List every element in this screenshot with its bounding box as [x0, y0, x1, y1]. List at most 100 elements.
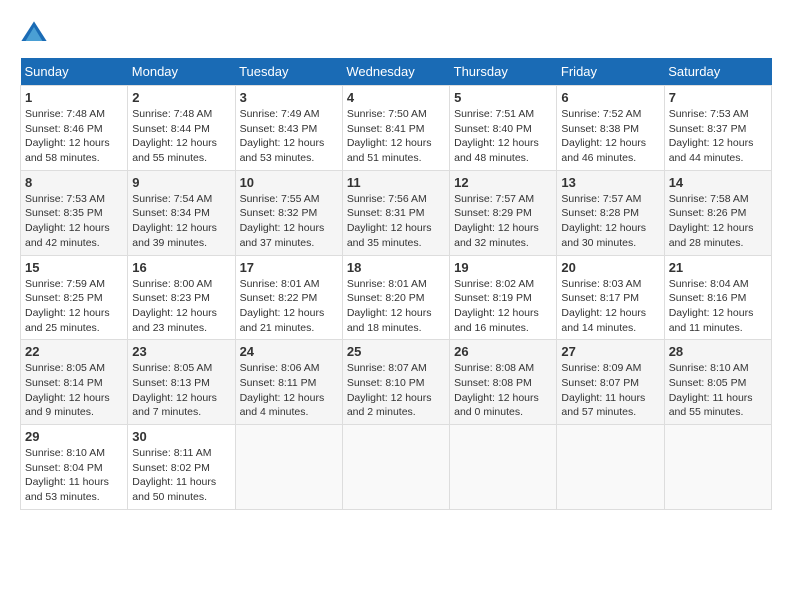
day-info: Sunrise: 8:07 AM Sunset: 8:10 PM Dayligh…	[347, 361, 445, 420]
day-number: 25	[347, 344, 445, 359]
day-number: 13	[561, 175, 659, 190]
day-number: 1	[25, 90, 123, 105]
calendar-cell	[235, 425, 342, 510]
calendar-cell: 14 Sunrise: 7:58 AM Sunset: 8:26 PM Dayl…	[664, 170, 771, 255]
day-number: 16	[132, 260, 230, 275]
day-of-week-header: Monday	[128, 58, 235, 86]
calendar-cell: 4 Sunrise: 7:50 AM Sunset: 8:41 PM Dayli…	[342, 86, 449, 171]
day-info: Sunrise: 8:04 AM Sunset: 8:16 PM Dayligh…	[669, 277, 767, 336]
day-of-week-header: Thursday	[450, 58, 557, 86]
calendar-week-row: 22 Sunrise: 8:05 AM Sunset: 8:14 PM Dayl…	[21, 340, 772, 425]
calendar-cell: 20 Sunrise: 8:03 AM Sunset: 8:17 PM Dayl…	[557, 255, 664, 340]
day-of-week-header: Wednesday	[342, 58, 449, 86]
calendar-cell: 3 Sunrise: 7:49 AM Sunset: 8:43 PM Dayli…	[235, 86, 342, 171]
day-info: Sunrise: 7:50 AM Sunset: 8:41 PM Dayligh…	[347, 107, 445, 166]
calendar-cell: 27 Sunrise: 8:09 AM Sunset: 8:07 PM Dayl…	[557, 340, 664, 425]
day-info: Sunrise: 8:11 AM Sunset: 8:02 PM Dayligh…	[132, 446, 230, 505]
page-header	[20, 20, 772, 48]
day-info: Sunrise: 8:09 AM Sunset: 8:07 PM Dayligh…	[561, 361, 659, 420]
calendar-cell: 6 Sunrise: 7:52 AM Sunset: 8:38 PM Dayli…	[557, 86, 664, 171]
calendar-cell: 18 Sunrise: 8:01 AM Sunset: 8:20 PM Dayl…	[342, 255, 449, 340]
calendar-cell: 16 Sunrise: 8:00 AM Sunset: 8:23 PM Dayl…	[128, 255, 235, 340]
calendar-cell: 22 Sunrise: 8:05 AM Sunset: 8:14 PM Dayl…	[21, 340, 128, 425]
calendar-cell: 26 Sunrise: 8:08 AM Sunset: 8:08 PM Dayl…	[450, 340, 557, 425]
day-info: Sunrise: 8:10 AM Sunset: 8:04 PM Dayligh…	[25, 446, 123, 505]
day-number: 7	[669, 90, 767, 105]
calendar-week-row: 1 Sunrise: 7:48 AM Sunset: 8:46 PM Dayli…	[21, 86, 772, 171]
day-number: 24	[240, 344, 338, 359]
logo	[20, 20, 52, 48]
calendar-cell: 25 Sunrise: 8:07 AM Sunset: 8:10 PM Dayl…	[342, 340, 449, 425]
day-of-week-header: Sunday	[21, 58, 128, 86]
day-number: 15	[25, 260, 123, 275]
calendar-cell: 11 Sunrise: 7:56 AM Sunset: 8:31 PM Dayl…	[342, 170, 449, 255]
calendar-cell: 7 Sunrise: 7:53 AM Sunset: 8:37 PM Dayli…	[664, 86, 771, 171]
day-number: 17	[240, 260, 338, 275]
day-info: Sunrise: 7:55 AM Sunset: 8:32 PM Dayligh…	[240, 192, 338, 251]
calendar-week-row: 29 Sunrise: 8:10 AM Sunset: 8:04 PM Dayl…	[21, 425, 772, 510]
day-number: 3	[240, 90, 338, 105]
day-number: 4	[347, 90, 445, 105]
day-number: 30	[132, 429, 230, 444]
day-number: 12	[454, 175, 552, 190]
day-info: Sunrise: 7:59 AM Sunset: 8:25 PM Dayligh…	[25, 277, 123, 336]
day-info: Sunrise: 8:06 AM Sunset: 8:11 PM Dayligh…	[240, 361, 338, 420]
day-info: Sunrise: 7:56 AM Sunset: 8:31 PM Dayligh…	[347, 192, 445, 251]
calendar-cell: 19 Sunrise: 8:02 AM Sunset: 8:19 PM Dayl…	[450, 255, 557, 340]
day-number: 14	[669, 175, 767, 190]
calendar-cell: 10 Sunrise: 7:55 AM Sunset: 8:32 PM Dayl…	[235, 170, 342, 255]
day-number: 18	[347, 260, 445, 275]
day-info: Sunrise: 7:51 AM Sunset: 8:40 PM Dayligh…	[454, 107, 552, 166]
day-number: 19	[454, 260, 552, 275]
calendar-cell	[342, 425, 449, 510]
day-number: 23	[132, 344, 230, 359]
day-info: Sunrise: 7:54 AM Sunset: 8:34 PM Dayligh…	[132, 192, 230, 251]
calendar-cell: 13 Sunrise: 7:57 AM Sunset: 8:28 PM Dayl…	[557, 170, 664, 255]
calendar-cell	[557, 425, 664, 510]
calendar-cell: 8 Sunrise: 7:53 AM Sunset: 8:35 PM Dayli…	[21, 170, 128, 255]
calendar-cell: 9 Sunrise: 7:54 AM Sunset: 8:34 PM Dayli…	[128, 170, 235, 255]
calendar-cell: 29 Sunrise: 8:10 AM Sunset: 8:04 PM Dayl…	[21, 425, 128, 510]
calendar-cell: 28 Sunrise: 8:10 AM Sunset: 8:05 PM Dayl…	[664, 340, 771, 425]
calendar-cell: 30 Sunrise: 8:11 AM Sunset: 8:02 PM Dayl…	[128, 425, 235, 510]
calendar-cell: 17 Sunrise: 8:01 AM Sunset: 8:22 PM Dayl…	[235, 255, 342, 340]
calendar-cell: 2 Sunrise: 7:48 AM Sunset: 8:44 PM Dayli…	[128, 86, 235, 171]
day-number: 29	[25, 429, 123, 444]
day-number: 2	[132, 90, 230, 105]
logo-icon	[20, 20, 48, 48]
day-of-week-header: Friday	[557, 58, 664, 86]
day-of-week-header: Tuesday	[235, 58, 342, 86]
calendar-cell: 15 Sunrise: 7:59 AM Sunset: 8:25 PM Dayl…	[21, 255, 128, 340]
day-info: Sunrise: 7:58 AM Sunset: 8:26 PM Dayligh…	[669, 192, 767, 251]
day-info: Sunrise: 7:48 AM Sunset: 8:46 PM Dayligh…	[25, 107, 123, 166]
day-info: Sunrise: 8:02 AM Sunset: 8:19 PM Dayligh…	[454, 277, 552, 336]
day-info: Sunrise: 7:52 AM Sunset: 8:38 PM Dayligh…	[561, 107, 659, 166]
day-info: Sunrise: 8:00 AM Sunset: 8:23 PM Dayligh…	[132, 277, 230, 336]
day-number: 22	[25, 344, 123, 359]
day-info: Sunrise: 7:57 AM Sunset: 8:29 PM Dayligh…	[454, 192, 552, 251]
calendar-cell: 24 Sunrise: 8:06 AM Sunset: 8:11 PM Dayl…	[235, 340, 342, 425]
day-info: Sunrise: 8:08 AM Sunset: 8:08 PM Dayligh…	[454, 361, 552, 420]
day-info: Sunrise: 8:01 AM Sunset: 8:20 PM Dayligh…	[347, 277, 445, 336]
day-number: 20	[561, 260, 659, 275]
day-info: Sunrise: 7:49 AM Sunset: 8:43 PM Dayligh…	[240, 107, 338, 166]
day-info: Sunrise: 8:05 AM Sunset: 8:14 PM Dayligh…	[25, 361, 123, 420]
day-number: 10	[240, 175, 338, 190]
day-number: 26	[454, 344, 552, 359]
day-number: 9	[132, 175, 230, 190]
calendar-week-row: 15 Sunrise: 7:59 AM Sunset: 8:25 PM Dayl…	[21, 255, 772, 340]
day-info: Sunrise: 8:10 AM Sunset: 8:05 PM Dayligh…	[669, 361, 767, 420]
day-number: 5	[454, 90, 552, 105]
day-info: Sunrise: 7:53 AM Sunset: 8:35 PM Dayligh…	[25, 192, 123, 251]
day-of-week-header: Saturday	[664, 58, 771, 86]
calendar-cell: 21 Sunrise: 8:04 AM Sunset: 8:16 PM Dayl…	[664, 255, 771, 340]
day-number: 8	[25, 175, 123, 190]
calendar-table: SundayMondayTuesdayWednesdayThursdayFrid…	[20, 58, 772, 510]
day-number: 21	[669, 260, 767, 275]
calendar-cell	[450, 425, 557, 510]
calendar-cell	[664, 425, 771, 510]
day-number: 11	[347, 175, 445, 190]
calendar-cell: 5 Sunrise: 7:51 AM Sunset: 8:40 PM Dayli…	[450, 86, 557, 171]
day-info: Sunrise: 7:48 AM Sunset: 8:44 PM Dayligh…	[132, 107, 230, 166]
day-info: Sunrise: 8:05 AM Sunset: 8:13 PM Dayligh…	[132, 361, 230, 420]
